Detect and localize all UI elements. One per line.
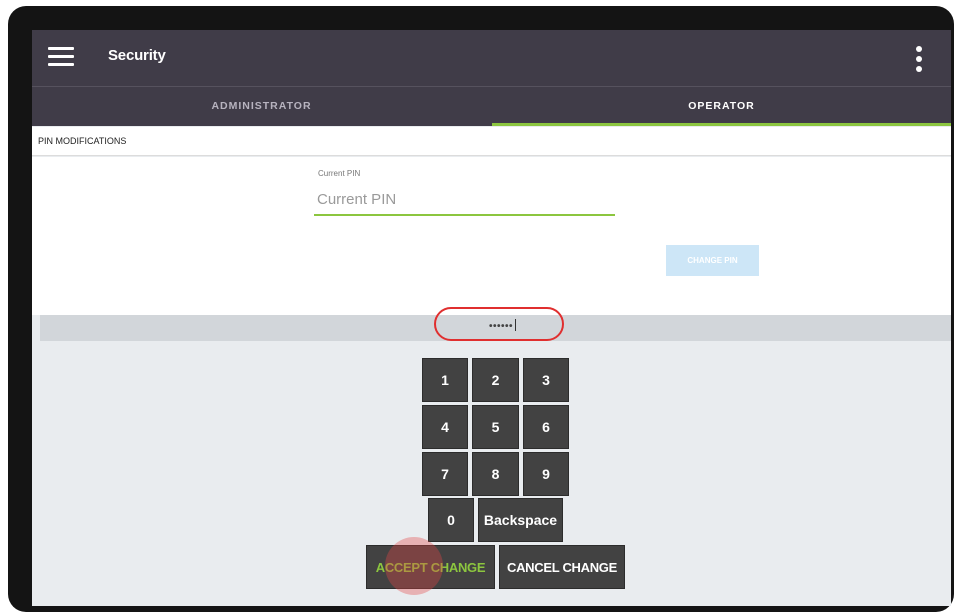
accept-change-button[interactable]: ACCEPT CHANGE bbox=[366, 545, 495, 589]
current-pin-label: Current PIN bbox=[318, 169, 361, 178]
tab-bar: ADMINISTRATOR OPERATOR bbox=[32, 86, 951, 126]
keypad-display: •••••• bbox=[40, 315, 951, 341]
tab-administrator[interactable]: ADMINISTRATOR bbox=[32, 87, 491, 126]
key-8[interactable]: 8 bbox=[472, 452, 519, 496]
backspace-key[interactable]: Backspace bbox=[478, 498, 563, 542]
key-4[interactable]: 4 bbox=[422, 405, 468, 449]
current-pin-input[interactable] bbox=[314, 184, 615, 216]
section-title: PIN MODIFICATIONS bbox=[32, 127, 951, 156]
kebab-more-icon[interactable] bbox=[915, 46, 923, 72]
key-3[interactable]: 3 bbox=[523, 358, 569, 402]
key-2[interactable]: 2 bbox=[472, 358, 519, 402]
key-7[interactable]: 7 bbox=[422, 452, 468, 496]
app-bar: Security bbox=[32, 30, 951, 86]
key-0[interactable]: 0 bbox=[428, 498, 474, 542]
tablet-frame: Security ADMINISTRATOR OPERATOR PIN MODI… bbox=[8, 6, 954, 612]
tab-operator[interactable]: OPERATOR bbox=[492, 87, 951, 126]
hamburger-menu-icon[interactable] bbox=[48, 47, 74, 67]
key-1[interactable]: 1 bbox=[422, 358, 468, 402]
app-screen: Security ADMINISTRATOR OPERATOR PIN MODI… bbox=[32, 30, 951, 606]
key-6[interactable]: 6 bbox=[523, 405, 569, 449]
keypad-display-value: •••••• bbox=[489, 319, 516, 332]
cancel-change-button[interactable]: CANCEL CHANGE bbox=[499, 545, 625, 589]
change-pin-button[interactable]: CHANGE PIN bbox=[666, 245, 759, 276]
key-9[interactable]: 9 bbox=[523, 452, 569, 496]
pin-form: Current PIN CHANGE PIN bbox=[32, 157, 951, 315]
page-title: Security bbox=[108, 47, 166, 64]
key-5[interactable]: 5 bbox=[472, 405, 519, 449]
